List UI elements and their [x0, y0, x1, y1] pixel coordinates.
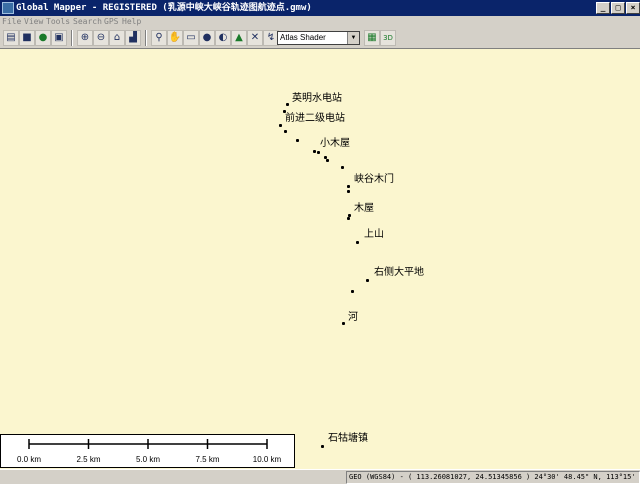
3d-view-icon[interactable]: 3D — [380, 30, 396, 46]
waypoint-label: 前进二级电站 — [285, 113, 345, 124]
waypoint-marker[interactable] — [286, 103, 289, 106]
chart-icon[interactable]: ▟ — [125, 30, 141, 46]
waypoint-marker[interactable] — [321, 445, 324, 448]
status-bar: GEO (WGS84) - ( 113.26081027, 24.5134585… — [0, 469, 640, 484]
waypoint-marker[interactable] — [326, 159, 329, 162]
waypoint-marker[interactable] — [347, 217, 350, 220]
waypoint-marker[interactable] — [356, 241, 359, 244]
scale-bar-graphic: 0.0 km 2.5 km 5.0 km 7.5 km 10.0 km — [17, 439, 282, 464]
menu-bar: File View Tools Search GPS Help — [0, 16, 640, 27]
waypoint-marker[interactable] — [351, 290, 354, 293]
feature-icon[interactable]: ◐ — [215, 30, 231, 46]
waypoint-marker[interactable] — [342, 322, 345, 325]
maximize-button[interactable]: □ — [611, 2, 625, 14]
title-bar: Global Mapper - REGISTERED (乳源中峡大峡谷轨迹图航迹… — [0, 0, 640, 16]
shader-dropdown[interactable]: Atlas Shader ▼ — [277, 31, 360, 45]
menu-gps[interactable]: GPS — [104, 16, 118, 27]
waypoint-label: 木屋 — [354, 203, 374, 214]
scale-label: 0.0 km — [17, 455, 41, 464]
save-icon[interactable]: ■ — [19, 30, 35, 46]
waypoint-label: 小木屋 — [320, 138, 350, 149]
toolbar-separator — [145, 30, 147, 46]
waypoint-marker[interactable] — [284, 130, 287, 133]
waypoint-marker[interactable] — [296, 139, 299, 142]
waypoint-marker[interactable] — [366, 279, 369, 282]
globe-icon[interactable]: ● — [35, 30, 51, 46]
close-button[interactable]: × — [626, 2, 640, 14]
waypoint-marker[interactable] — [279, 124, 282, 127]
home-icon[interactable]: ⌂ — [109, 30, 125, 46]
tower-icon[interactable]: ✕ — [247, 30, 263, 46]
scale-bar: 0.0 km 2.5 km 5.0 km 7.5 km 10.0 km — [0, 434, 295, 468]
shader-dropdown-value: Atlas Shader — [280, 33, 326, 42]
shader-config-icon[interactable]: ▦ — [364, 30, 380, 46]
scale-label: 7.5 km — [195, 455, 219, 464]
chevron-down-icon[interactable]: ▼ — [347, 32, 359, 44]
zoom-out-icon[interactable]: ⊖ — [93, 30, 109, 46]
menu-search[interactable]: Search — [73, 16, 102, 27]
scale-label: 5.0 km — [136, 455, 160, 464]
waypoint-marker[interactable] — [341, 166, 344, 169]
waypoint-label: 英明水电站 — [292, 93, 342, 104]
menu-file[interactable]: File — [2, 16, 21, 27]
waypoint-label: 石牯塘镇 — [328, 433, 368, 444]
scale-label: 10.0 km — [253, 455, 282, 464]
magnify-icon[interactable]: ⚲ — [151, 30, 167, 46]
coordinate-readout: GEO (WGS84) - ( 113.26081027, 24.5134585… — [346, 471, 640, 484]
zoom-in-icon[interactable]: ⊕ — [77, 30, 93, 46]
waypoint-marker[interactable] — [347, 190, 350, 193]
waypoint-label: 河 — [348, 312, 358, 323]
waypoint-marker[interactable] — [347, 185, 350, 188]
window-title: Global Mapper - REGISTERED (乳源中峡大峡谷轨迹图航迹… — [16, 3, 312, 13]
measure-icon[interactable]: ▭ — [183, 30, 199, 46]
menu-help[interactable]: Help — [122, 16, 141, 27]
menu-tools[interactable]: Tools — [46, 16, 70, 27]
waypoint-label: 上山 — [364, 229, 384, 240]
waypoint-label: 右侧大平地 — [374, 267, 424, 278]
waypoint-label: 峡谷木门 — [354, 174, 394, 185]
scale-label: 2.5 km — [76, 455, 100, 464]
info-icon[interactable]: ● — [199, 30, 215, 46]
waypoint-marker[interactable] — [317, 151, 320, 154]
app-icon — [2, 2, 14, 14]
profile-icon[interactable]: ▲ — [231, 30, 247, 46]
waypoint-marker[interactable] — [313, 150, 316, 153]
menu-view[interactable]: View — [24, 16, 43, 27]
export-icon[interactable]: ▣ — [51, 30, 67, 46]
open-icon[interactable]: ▤ — [3, 30, 19, 46]
pan-hand-icon[interactable]: ✋ — [167, 30, 183, 46]
minimize-button[interactable]: _ — [596, 2, 610, 14]
toolbar-separator — [71, 30, 73, 46]
